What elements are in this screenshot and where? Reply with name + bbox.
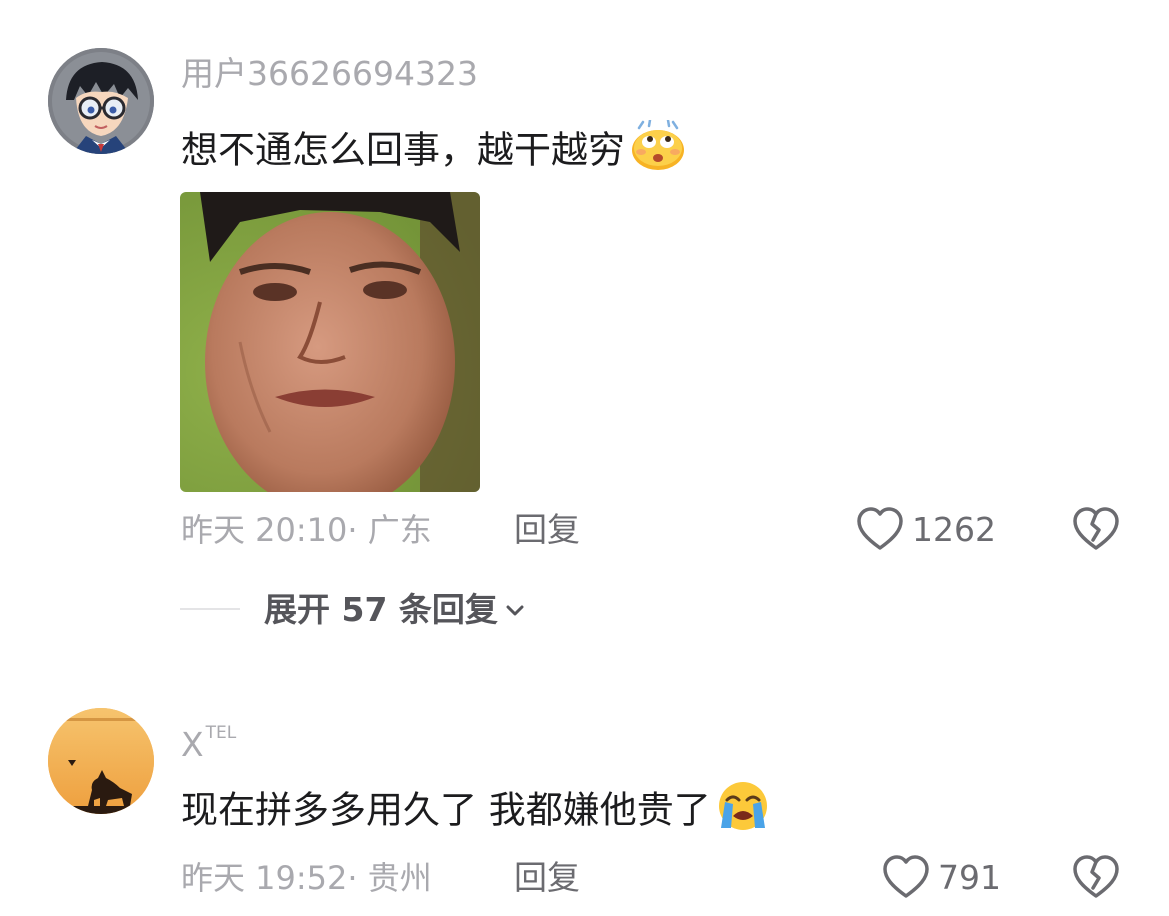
comment-text-content: 现在拼多多用久了 我都嫌他贵了 — [181, 788, 711, 832]
like-button[interactable] — [856, 506, 904, 552]
comment-username[interactable]: X TEL — [181, 713, 236, 765]
comment-text: 现在拼多多用久了 我都嫌他贵了 — [181, 780, 771, 844]
sweaty-eyeroll-emoji-icon — [629, 118, 687, 184]
comment-text-content: 想不通怎么回事，越干越穷 — [181, 128, 625, 172]
comment-time: 昨天 19:52 — [181, 859, 348, 897]
comment-time: 昨天 20:10 — [181, 511, 348, 549]
like-count: 791 — [938, 858, 1001, 897]
expand-replies-label: 展开 57 条回复 — [264, 590, 498, 629]
anime-boy-avatar-icon — [48, 48, 154, 154]
comment-location: · 贵州 — [347, 859, 432, 897]
sunset-dog-avatar-icon — [48, 708, 154, 814]
crying-face-emoji-icon — [715, 780, 771, 844]
comment-meta: 昨天 20:10· 广东 — [181, 510, 432, 550]
reply-button[interactable]: 回复 — [514, 510, 580, 550]
heart-outline-icon — [883, 855, 929, 898]
broken-heart-icon — [1073, 855, 1119, 898]
comment-username[interactable]: 用户36626694323 — [181, 54, 478, 94]
dislike-button[interactable] — [1072, 854, 1120, 900]
user-avatar[interactable] — [48, 48, 154, 154]
man-face-photo-icon — [180, 192, 480, 492]
expand-divider — [180, 608, 240, 610]
reply-button[interactable]: 回复 — [514, 858, 580, 898]
heart-outline-icon — [857, 507, 903, 550]
comment-meta: 昨天 19:52· 贵州 — [181, 858, 432, 898]
user-avatar[interactable] — [48, 708, 154, 814]
chevron-down-icon — [506, 605, 524, 616]
like-button[interactable] — [882, 854, 930, 900]
comment-location: · 广东 — [347, 511, 432, 549]
expand-replies-button[interactable]: 展开 57 条回复 — [264, 588, 526, 632]
username-main: X — [181, 725, 204, 764]
username-superscript: TEL — [205, 723, 237, 743]
comment-image[interactable] — [180, 192, 480, 492]
comment-text: 想不通怎么回事，越干越穷 — [181, 118, 687, 184]
dislike-button[interactable] — [1072, 506, 1120, 552]
broken-heart-icon — [1073, 507, 1119, 550]
like-count: 1262 — [912, 510, 996, 549]
